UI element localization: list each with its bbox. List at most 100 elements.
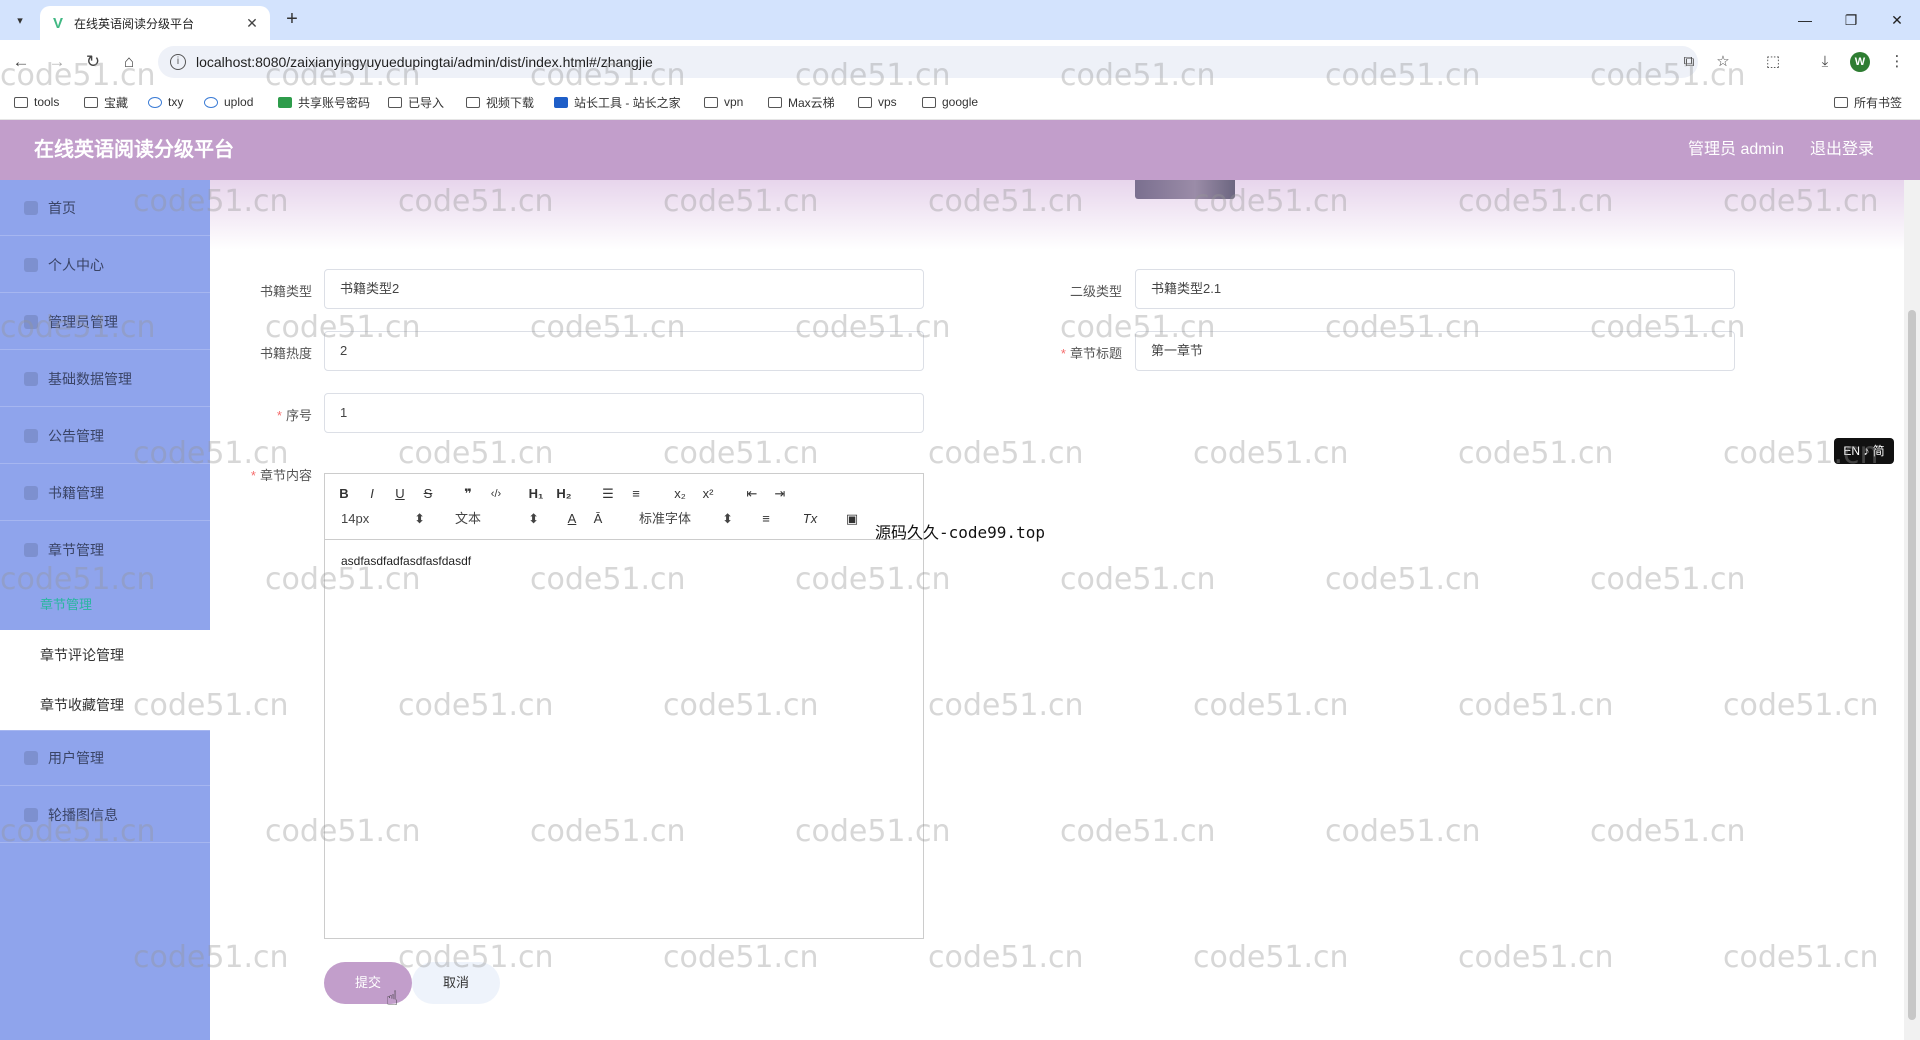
more-icon[interactable]: ⋮	[1884, 49, 1910, 75]
sub-type-label: 二级类型	[1069, 284, 1122, 299]
bookmark-item[interactable]: google	[922, 93, 978, 111]
home-icon[interactable]: ⌂	[116, 49, 142, 75]
editor-content[interactable]: asdfasdfadfasdfasfdasdf	[341, 554, 471, 568]
data-icon	[24, 371, 38, 386]
header-fade	[210, 180, 1904, 250]
bookmark-item[interactable]: 站长工具 - 站长之家	[554, 93, 681, 111]
omnibox[interactable]: i localhost:8080/zaixianyingyuyuedupingt…	[158, 46, 1698, 78]
background-color-icon[interactable]: Ā	[587, 509, 609, 529]
reload-icon[interactable]: ↻	[80, 49, 106, 75]
carousel-image	[1135, 180, 1235, 199]
bookmark-item[interactable]: 已导入	[388, 93, 444, 111]
heat-field[interactable]: 2	[324, 331, 924, 371]
sidebar-item-basedata[interactable]: 基础数据管理	[0, 351, 210, 407]
tab-search-icon[interactable]: ▾	[8, 8, 32, 32]
align-icon[interactable]: ≡	[755, 509, 777, 529]
bold-icon[interactable]: B	[333, 484, 355, 504]
font-size-select[interactable]: 14px ⬍	[341, 509, 425, 529]
bookmark-item[interactable]: txy	[148, 93, 183, 111]
folder-icon	[922, 96, 936, 108]
code-icon[interactable]: ‹/›	[485, 484, 507, 504]
block-format-select[interactable]: 文本 ⬍	[455, 509, 539, 529]
logout-button[interactable]: 退出登录	[1810, 120, 1874, 180]
restore-icon[interactable]: ❐	[1836, 8, 1866, 32]
chapter-title-field[interactable]: 第一章节	[1135, 331, 1735, 371]
sidebar-item-users[interactable]: 用户管理	[0, 730, 210, 786]
strike-icon[interactable]: S	[417, 484, 439, 504]
subscript-icon[interactable]: x₂	[669, 484, 691, 504]
bookmark-item[interactable]: vpn	[704, 93, 743, 111]
sidebar-item-carousel[interactable]: 轮播图信息	[0, 787, 210, 843]
italic-icon[interactable]: I	[361, 484, 383, 504]
sub-type-field[interactable]: 书籍类型2.1	[1135, 269, 1735, 309]
forward-icon[interactable]: →	[44, 49, 70, 75]
cancel-button[interactable]: 取消	[412, 962, 500, 1004]
superscript-icon[interactable]: x²	[697, 484, 719, 504]
select-arrow-icon: ⬍	[528, 511, 539, 526]
sidebar-subitem-chapter-favorites[interactable]: 章节收藏管理	[0, 680, 210, 730]
address-bar-row: ← → ↻ ⌂ i localhost:8080/zaixianyingyuyu…	[0, 40, 1920, 84]
underline-icon[interactable]: U	[389, 484, 411, 504]
clear-format-icon[interactable]: Tx	[799, 509, 821, 529]
page-scrollbar[interactable]	[1904, 180, 1920, 1040]
all-bookmarks[interactable]: 所有书签	[1834, 93, 1902, 111]
bullet-list-icon[interactable]: ≡	[625, 484, 647, 504]
screenshot-icon[interactable]: ⧉	[1676, 49, 1702, 75]
submit-button[interactable]: 提交	[324, 962, 412, 1004]
h1-icon[interactable]: H₁	[525, 484, 547, 504]
rich-text-editor[interactable]: B I U S ❞ ‹/› H₁ H₂ ☰ ≡ x₂ x² ⇤ ⇥ 14px ⬍ …	[324, 473, 924, 939]
cloud-icon	[148, 96, 162, 108]
folder-icon	[466, 96, 480, 108]
bookmark-item[interactable]: 共享账号密码	[278, 93, 370, 111]
url-text[interactable]: localhost:8080/zaixianyingyuyuedupingtai…	[196, 54, 653, 70]
order-field[interactable]: 1	[324, 393, 924, 433]
back-icon[interactable]: ←	[8, 49, 34, 75]
blockquote-icon[interactable]: ❞	[457, 484, 479, 504]
book-type-field[interactable]: 书籍类型2	[324, 269, 924, 309]
new-tab-icon[interactable]: +	[280, 8, 304, 32]
site-info-icon[interactable]: i	[170, 54, 186, 70]
window-close-icon[interactable]: ✕	[1882, 8, 1912, 32]
star-icon[interactable]: ☆	[1710, 49, 1736, 75]
bookmark-item[interactable]: tools	[14, 93, 59, 111]
bookmark-item[interactable]: Max云梯	[768, 93, 835, 111]
ordered-list-icon[interactable]: ☰	[597, 484, 619, 504]
select-arrow-icon: ⬍	[414, 511, 425, 526]
hand-cursor-icon: ☝	[386, 988, 399, 1010]
minimize-icon[interactable]: —	[1790, 8, 1820, 32]
h2-icon[interactable]: H₂	[553, 484, 575, 504]
required-mark: *	[276, 408, 282, 423]
close-icon[interactable]: ✕	[244, 15, 260, 31]
admin-icon	[24, 314, 38, 329]
chapter-title-label: * 章节标题	[1060, 346, 1122, 361]
sidebar-item-chapters[interactable]: 章节管理	[0, 522, 210, 578]
font-family-select[interactable]: 标准字体 ⬍	[639, 509, 733, 529]
font-color-icon[interactable]: A	[561, 509, 583, 529]
browser-tab[interactable]: V 在线英语阅读分级平台 ✕	[40, 6, 270, 40]
sidebar-item-home[interactable]: 首页	[0, 180, 210, 236]
sidebar-subitem-chapters-active[interactable]: 章节管理	[40, 594, 92, 613]
sidebar-subitem-chapter-comments[interactable]: 章节评论管理	[0, 630, 210, 680]
language-badge[interactable]: EN ♪ 简	[1834, 438, 1894, 464]
overlay-site-text: 源码久久-code99.top	[875, 523, 1045, 542]
image-icon[interactable]: ▣	[841, 509, 863, 529]
bookmark-item[interactable]: 视频下载	[466, 93, 534, 111]
avatar[interactable]: W	[1850, 52, 1870, 72]
sidebar-item-books[interactable]: 书籍管理	[0, 465, 210, 521]
sidebar-item-profile[interactable]: 个人中心	[0, 237, 210, 293]
folder-icon	[1834, 96, 1848, 108]
bookmark-item[interactable]: uplod	[204, 93, 253, 111]
heat-label: 书籍热度	[259, 346, 312, 361]
bookmark-item[interactable]: vps	[858, 93, 897, 111]
download-icon[interactable]: ⤓	[1812, 49, 1838, 75]
select-arrow-icon: ⬍	[722, 511, 733, 526]
order-label: * 序号	[276, 408, 312, 423]
sidebar-item-notice[interactable]: 公告管理	[0, 408, 210, 464]
bookmark-item[interactable]: 宝藏	[84, 93, 128, 111]
scroll-thumb[interactable]	[1908, 310, 1916, 1020]
outdent-icon[interactable]: ⇤	[741, 484, 763, 504]
sidebar-item-admins[interactable]: 管理员管理	[0, 294, 210, 350]
extensions-icon[interactable]: ⬚	[1760, 49, 1786, 75]
image-icon	[24, 807, 38, 822]
indent-icon[interactable]: ⇥	[769, 484, 791, 504]
